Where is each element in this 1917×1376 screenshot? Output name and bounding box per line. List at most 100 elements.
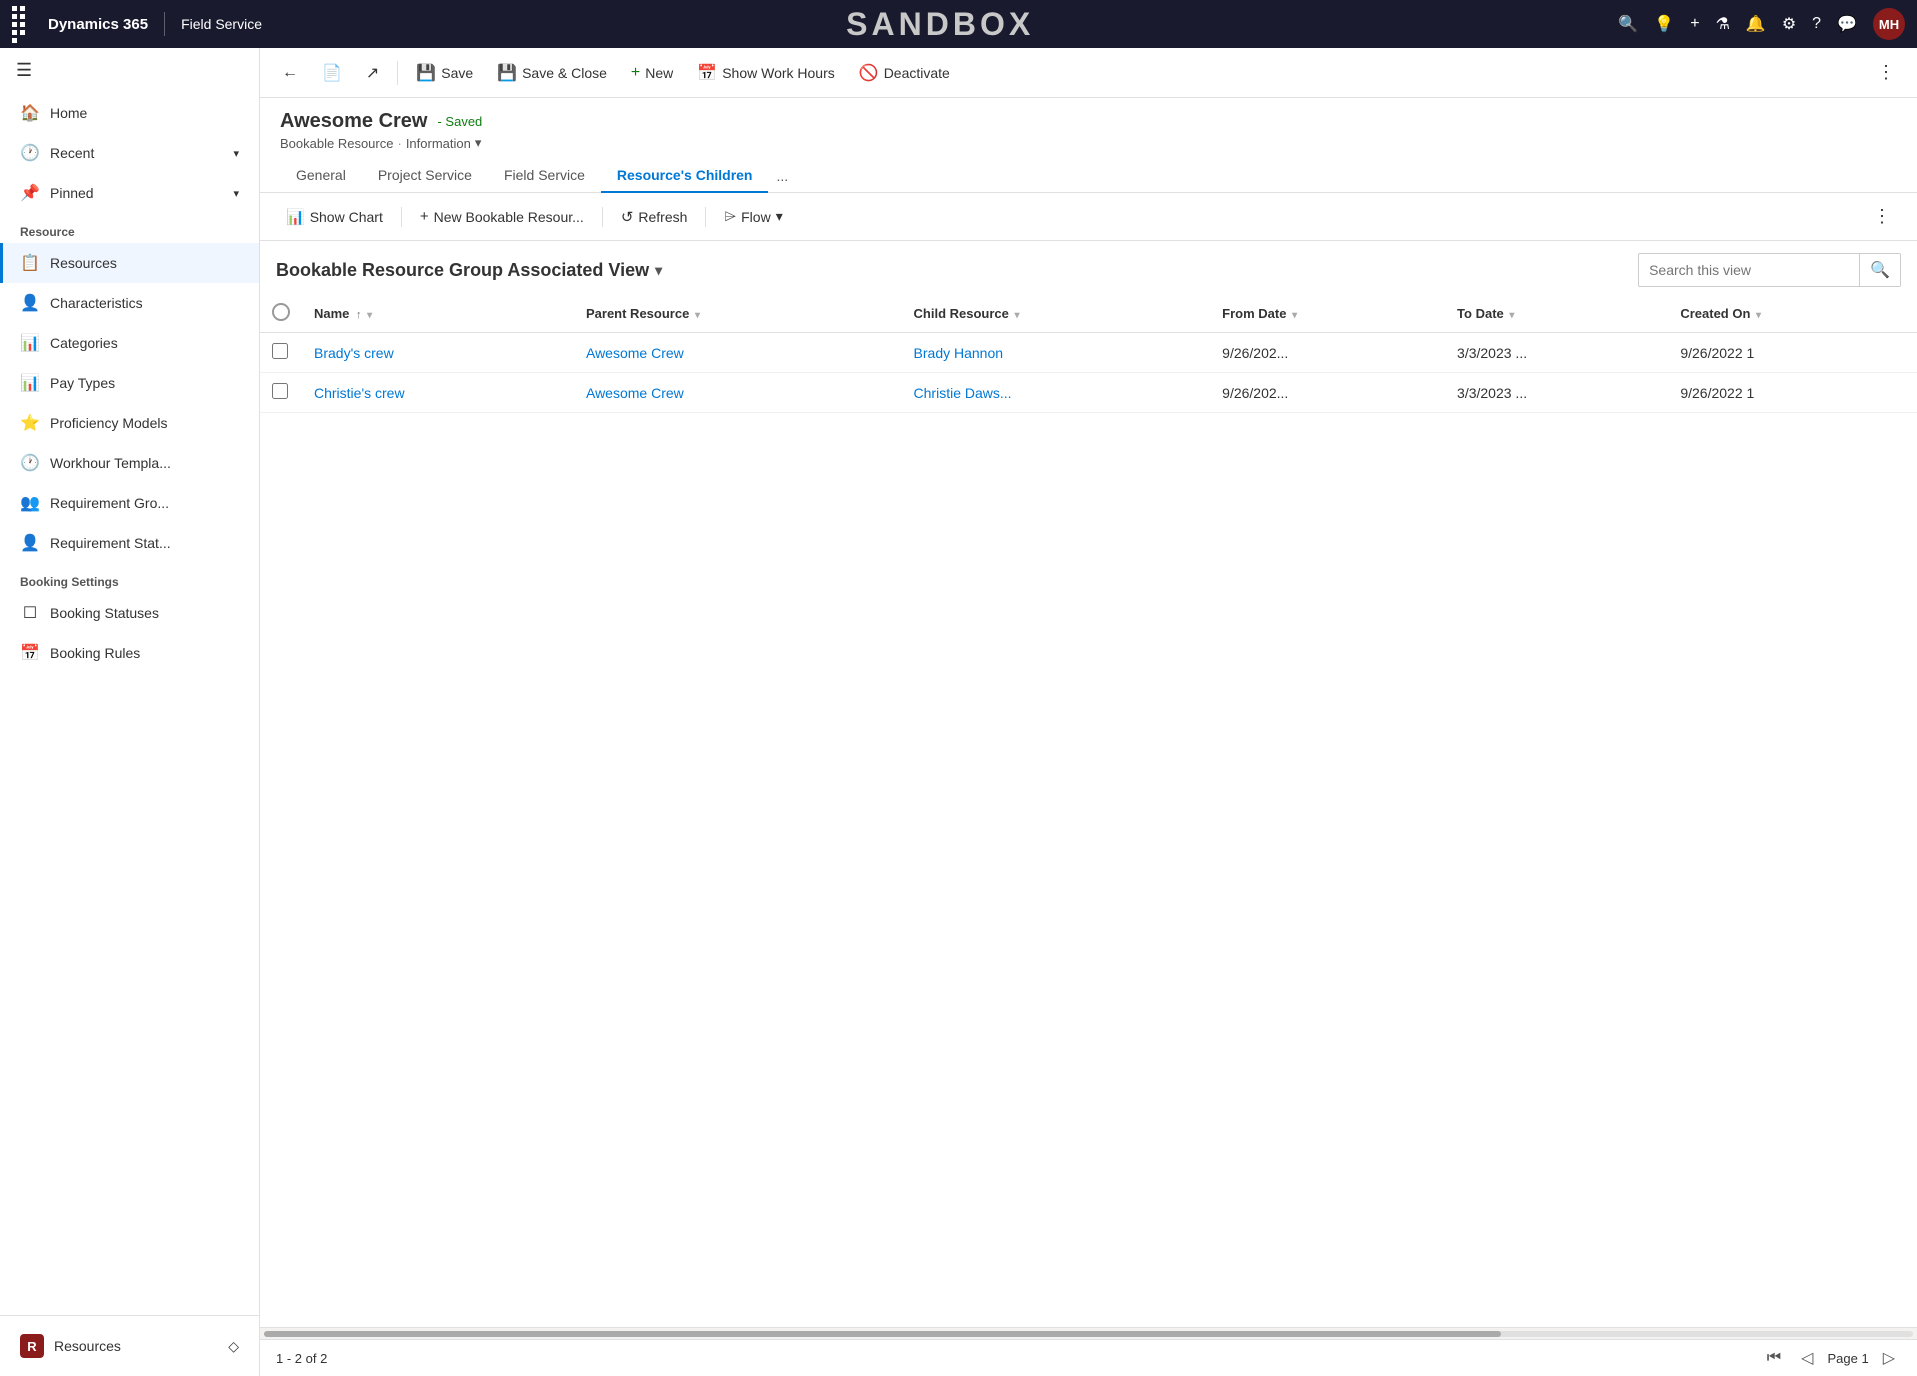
main-toolbar: ← 📄 ↗ 💾 Save 💾 Save & Close + New (260, 48, 1917, 98)
from-date-column-header[interactable]: From Date ▾ (1210, 295, 1445, 333)
flow-button[interactable]: ⌲ Flow ▾ (714, 203, 792, 230)
tab-general[interactable]: General (280, 159, 362, 193)
search-input[interactable] (1639, 256, 1859, 284)
pager-first-button[interactable]: ⏮ (1761, 1347, 1787, 1369)
row1-parent-resource: Awesome Crew (574, 333, 902, 373)
tab-field-service[interactable]: Field Service (488, 159, 601, 193)
save-close-button[interactable]: 💾 Save & Close (487, 57, 617, 89)
footer: 1 - 2 of 2 ⏮ ◁ Page 1 ▷ (260, 1339, 1917, 1376)
nav-divider (164, 12, 165, 36)
row2-checkbox[interactable] (272, 383, 288, 399)
sidebar-item-booking-rules[interactable]: 📅 Booking Rules (0, 633, 259, 673)
filter-icon[interactable]: ⚗ (1716, 14, 1730, 34)
sidebar-item-resources[interactable]: 📋 Resources (0, 243, 259, 283)
row2-name-link[interactable]: Christie's crew (314, 385, 405, 401)
child-resource-column-header[interactable]: Child Resource ▾ (902, 295, 1211, 333)
row1-name-link[interactable]: Brady's crew (314, 345, 394, 361)
data-table: Name ↑ ▾ Parent Resource ▾ Child Resourc… (260, 295, 1917, 413)
tab-resources-children[interactable]: Resource's Children (601, 159, 769, 193)
lightbulb-icon[interactable]: 💡 (1654, 14, 1674, 34)
show-chart-label: Show Chart (310, 209, 383, 225)
row1-name: Brady's crew (302, 333, 574, 373)
sidebar-item-requirement-stat[interactable]: 👤 Requirement Stat... (0, 523, 259, 563)
sidebar-item-categories[interactable]: 📊 Categories (0, 323, 259, 363)
search-icon[interactable]: 🔍 (1618, 14, 1638, 34)
sidebar-item-characteristics[interactable]: 👤 Characteristics (0, 283, 259, 323)
save-label: Save (441, 65, 473, 81)
show-chart-button[interactable]: 📊 Show Chart (276, 203, 393, 231)
settings-icon[interactable]: ⚙ (1782, 14, 1796, 34)
module-label[interactable]: Field Service (181, 16, 262, 32)
subtitle-chevron[interactable]: ▾ (475, 135, 482, 151)
from-date-filter-icon[interactable]: ▾ (1292, 310, 1297, 321)
back-button[interactable]: ← (272, 58, 308, 88)
req-gro-icon: 👥 (20, 493, 40, 513)
to-date-filter-icon[interactable]: ▾ (1509, 310, 1514, 321)
more-actions-button[interactable]: ⋮ (1867, 56, 1905, 89)
parent-filter-icon[interactable]: ▾ (695, 310, 700, 321)
work-hours-icon: 📅 (697, 63, 717, 83)
name-filter-icon[interactable]: ▾ (367, 310, 372, 321)
bottom-chevron: ◇ (228, 1338, 239, 1355)
save-button[interactable]: 💾 Save (406, 57, 483, 89)
subtitle-info[interactable]: Information (406, 136, 471, 151)
select-all-checkbox[interactable] (272, 303, 290, 321)
sidebar-item-booking-statuses[interactable]: ☐ Booking Statuses (0, 593, 259, 633)
row2-to-date: 3/3/2023 ... (1445, 373, 1668, 413)
sidebar-item-recent[interactable]: 🕐 Recent ▾ (0, 133, 259, 173)
chat-icon[interactable]: 💬 (1837, 14, 1857, 34)
waffle-menu[interactable] (12, 6, 32, 43)
row2-parent-link[interactable]: Awesome Crew (586, 385, 684, 401)
scrollbar-thumb[interactable] (264, 1331, 1501, 1337)
sidebar-home-label: Home (50, 105, 87, 121)
view-record-icon: 📄 (322, 63, 342, 83)
sidebar-item-workhour-templates[interactable]: 🕐 Workhour Templa... (0, 443, 259, 483)
row1-child-link[interactable]: Brady Hannon (914, 345, 1004, 361)
view-title: Bookable Resource Group Associated View … (276, 260, 662, 281)
tab-project-service[interactable]: Project Service (362, 159, 488, 193)
row1-checkbox[interactable] (272, 343, 288, 359)
to-date-column-header[interactable]: To Date ▾ (1445, 295, 1668, 333)
refresh-button[interactable]: ↺ Refresh (611, 203, 698, 231)
new-bookable-resource-button[interactable]: + New Bookable Resour... (410, 203, 594, 230)
child-filter-icon[interactable]: ▾ (1015, 310, 1020, 321)
pager-prev-button[interactable]: ◁ (1795, 1346, 1819, 1370)
new-button[interactable]: + New (621, 58, 683, 88)
sidebar-resources-label: Resources (50, 255, 117, 271)
brand-label[interactable]: Dynamics 365 (48, 16, 148, 33)
bell-icon[interactable]: 🔔 (1746, 14, 1766, 34)
user-avatar[interactable]: MH (1873, 8, 1905, 40)
tabs-more-button[interactable]: ... (768, 160, 796, 192)
row1-parent-link[interactable]: Awesome Crew (586, 345, 684, 361)
created-on-column-header[interactable]: Created On ▾ (1668, 295, 1917, 333)
show-work-hours-label: Show Work Hours (722, 65, 835, 81)
parent-resource-column-header[interactable]: Parent Resource ▾ (574, 295, 902, 333)
sub-more-button[interactable]: ⋮ (1863, 201, 1901, 232)
view-title-chevron[interactable]: ▾ (655, 262, 662, 279)
view-record-button[interactable]: 📄 (312, 57, 352, 89)
horizontal-scrollbar[interactable] (260, 1327, 1917, 1339)
back-icon: ← (282, 64, 298, 82)
sidebar-item-pay-types[interactable]: 📊 Pay Types (0, 363, 259, 403)
open-window-button[interactable]: ↗ (356, 57, 389, 89)
recent-icon: 🕐 (20, 143, 40, 163)
help-icon[interactable]: ? (1812, 15, 1821, 33)
sidebar-item-requirement-gro[interactable]: 👥 Requirement Gro... (0, 483, 259, 523)
plus-icon[interactable]: + (1690, 15, 1699, 33)
created-on-filter-icon[interactable]: ▾ (1756, 310, 1761, 321)
sidebar-item-pinned[interactable]: 📌 Pinned ▾ (0, 173, 259, 213)
hamburger-menu[interactable]: ☰ (0, 48, 259, 93)
new-bookable-label: New Bookable Resour... (434, 209, 584, 225)
sidebar-item-home[interactable]: 🏠 Home (0, 93, 259, 133)
row1-created-on: 9/26/2022 1 (1668, 333, 1917, 373)
page-label: Page 1 (1827, 1351, 1868, 1366)
name-column-header[interactable]: Name ↑ ▾ (302, 295, 574, 333)
sidebar-item-proficiency-models[interactable]: ⭐ Proficiency Models (0, 403, 259, 443)
search-button[interactable]: 🔍 (1859, 254, 1900, 286)
sidebar-bottom-resources[interactable]: R Resources ◇ (0, 1324, 259, 1368)
show-work-hours-button[interactable]: 📅 Show Work Hours (687, 57, 844, 89)
pager-next-button[interactable]: ▷ (1877, 1346, 1901, 1370)
page-header: Awesome Crew - Saved Bookable Resource ·… (260, 98, 1917, 151)
row2-child-link[interactable]: Christie Daws... (914, 385, 1012, 401)
deactivate-button[interactable]: 🚫 Deactivate (849, 57, 960, 89)
